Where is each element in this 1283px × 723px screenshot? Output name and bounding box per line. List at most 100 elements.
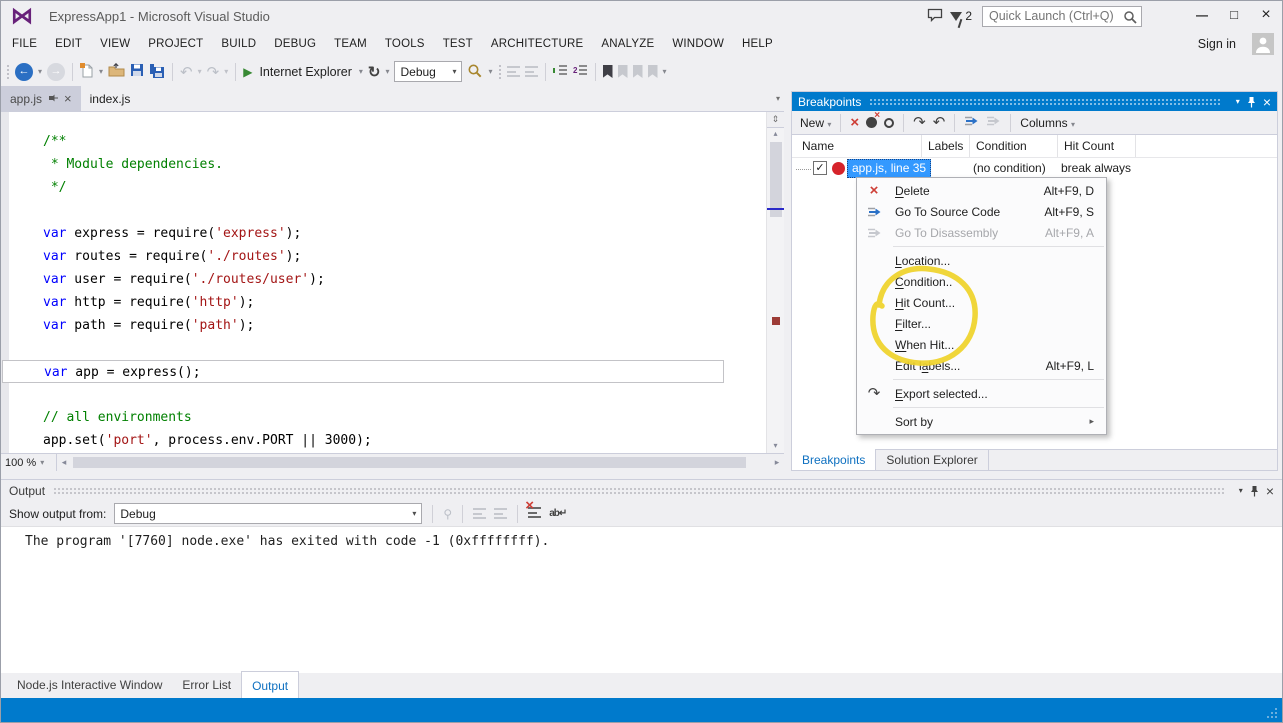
menu-build[interactable]: BUILD xyxy=(212,33,265,55)
panel-close-icon[interactable]: × xyxy=(1263,96,1271,108)
import-breakpoints-icon[interactable]: ↶ xyxy=(933,116,946,129)
menu-help[interactable]: HELP xyxy=(733,33,782,55)
bookmark-icon[interactable] xyxy=(603,65,613,78)
menu-item-sort-by[interactable]: Sort by▸ xyxy=(857,411,1106,432)
tab-overflow-caret[interactable]: ▾ xyxy=(776,94,780,103)
navigate-back-button[interactable]: ← xyxy=(15,63,33,81)
menu-debug[interactable]: DEBUG xyxy=(265,33,325,55)
panel-tab-breakpoints[interactable]: Breakpoints xyxy=(792,449,876,470)
zoom-select[interactable]: 100 % ▾ xyxy=(1,454,57,471)
quick-launch[interactable] xyxy=(982,6,1142,27)
menu-item-condition[interactable]: Condition.. xyxy=(857,271,1106,292)
menu-item-delete[interactable]: ×DeleteAlt+F9, D xyxy=(857,180,1106,201)
tab-app-js[interactable]: app.js× xyxy=(1,86,81,111)
window-position-caret[interactable]: ▾ xyxy=(1239,486,1243,496)
resize-grip[interactable] xyxy=(1263,707,1279,721)
output-title-bar[interactable]: Output ▾ × xyxy=(1,480,1282,501)
menu-item-hit-count[interactable]: Hit Count... xyxy=(857,292,1106,313)
quick-launch-input[interactable] xyxy=(982,6,1142,27)
notifications-flag[interactable]: 2 xyxy=(950,9,972,23)
menu-test[interactable]: TEST xyxy=(434,33,482,55)
word-wrap-icon[interactable]: ab↵ xyxy=(549,508,566,519)
menu-architecture[interactable]: ARCHITECTURE xyxy=(482,33,593,55)
pin-icon[interactable] xyxy=(1250,485,1259,497)
browser-dropdown-caret[interactable]: ▾ xyxy=(359,67,363,76)
toolbar-grip[interactable] xyxy=(6,64,10,80)
pin-icon[interactable] xyxy=(1247,96,1256,108)
splitter-handle[interactable]: ⇕ xyxy=(767,112,784,128)
menu-edit[interactable]: EDIT xyxy=(46,33,91,55)
minimize-button[interactable]: — xyxy=(1186,1,1218,31)
bottom-tab-node-js-interactive-window[interactable]: Node.js Interactive Window xyxy=(7,673,172,698)
menu-team[interactable]: TEAM xyxy=(325,33,376,55)
open-file-icon[interactable] xyxy=(108,63,125,80)
panel-close-icon[interactable]: × xyxy=(1266,485,1274,497)
breakpoint-checkbox[interactable]: ✓ xyxy=(813,161,827,175)
menu-item-export-selected[interactable]: ↷Export selected... xyxy=(857,383,1106,404)
bottom-tab-error-list[interactable]: Error List xyxy=(172,673,241,698)
menu-item-location[interactable]: Location... xyxy=(857,250,1106,271)
new-file-icon[interactable] xyxy=(80,63,94,81)
column-header-name[interactable]: Name xyxy=(792,135,922,157)
menu-item-filter[interactable]: Filter... xyxy=(857,313,1106,334)
scroll-down-arrow[interactable]: ▾ xyxy=(767,441,784,450)
code-editor[interactable]: /** * Module dependencies. */var express… xyxy=(1,111,784,453)
menu-analyze[interactable]: ANALYZE xyxy=(592,33,663,55)
save-all-icon[interactable] xyxy=(149,63,165,81)
find-icon[interactable] xyxy=(467,63,483,81)
avatar[interactable] xyxy=(1252,33,1274,55)
menu-window[interactable]: WINDOW xyxy=(663,33,733,55)
panel-tab-solution-explorer[interactable]: Solution Explorer xyxy=(876,450,988,470)
close-button[interactable]: × xyxy=(1250,1,1282,31)
save-icon[interactable] xyxy=(130,63,144,80)
menu-item-go-to-source-code[interactable]: Go To Source CodeAlt+F9, S xyxy=(857,201,1106,222)
column-header-condition[interactable]: Condition xyxy=(970,135,1058,157)
menu-file[interactable]: FILE xyxy=(3,33,46,55)
maximize-button[interactable]: □ xyxy=(1218,1,1250,31)
disable-all-breakpoints-icon[interactable] xyxy=(884,118,894,128)
new-breakpoint-button[interactable]: New ▾ xyxy=(800,116,831,130)
scroll-left-arrow[interactable]: ◂ xyxy=(57,457,71,468)
column-header-labels[interactable]: Labels xyxy=(922,135,970,157)
scroll-right-arrow[interactable]: ▸ xyxy=(770,457,784,468)
pin-icon[interactable] xyxy=(48,92,58,106)
output-text[interactable]: The program '[7760] node.exe' has exited… xyxy=(1,527,1282,673)
menu-project[interactable]: PROJECT xyxy=(139,33,212,55)
window-position-caret[interactable]: ▾ xyxy=(1236,97,1240,107)
menu-item-when-hit[interactable]: When Hit... xyxy=(857,334,1106,355)
delete-all-breakpoints-icon[interactable] xyxy=(866,117,877,128)
delete-breakpoint-icon[interactable]: × xyxy=(850,116,859,129)
clear-all-output-icon[interactable]: × xyxy=(528,507,541,521)
columns-button[interactable]: Columns ▾ xyxy=(1020,116,1075,130)
start-debugging-icon[interactable]: ▶ xyxy=(243,65,252,79)
increase-indent-icon[interactable]: 2 xyxy=(573,64,588,80)
menu-item-edit-labels[interactable]: Edit labels...Alt+F9, L xyxy=(857,355,1106,376)
tab-index-js[interactable]: index.js xyxy=(81,86,140,111)
column-header-hit-count[interactable]: Hit Count xyxy=(1058,135,1136,157)
scroll-up-arrow[interactable]: ▴ xyxy=(767,129,784,138)
feedback-icon[interactable] xyxy=(920,8,950,25)
decrease-indent-icon[interactable] xyxy=(553,64,568,80)
toolbar-overflow-caret[interactable]: ▾ xyxy=(663,67,667,76)
sign-in-link[interactable]: Sign in xyxy=(1198,37,1236,51)
close-icon[interactable]: × xyxy=(64,93,72,105)
menu-tools[interactable]: TOOLS xyxy=(376,33,434,55)
bottom-tab-output[interactable]: Output xyxy=(241,671,299,698)
breakpoint-name[interactable]: app.js, line 35 xyxy=(847,159,931,178)
vertical-scroll-thumb[interactable] xyxy=(770,142,782,217)
restart-dropdown-caret[interactable]: ▾ xyxy=(385,67,389,76)
output-source-select[interactable]: Debug ▾ xyxy=(114,503,422,524)
export-breakpoints-icon[interactable]: ↷ xyxy=(913,116,926,129)
horizontal-scroll-thumb[interactable] xyxy=(73,457,746,468)
find-dropdown-caret[interactable]: ▾ xyxy=(488,67,492,76)
back-dropdown-caret[interactable]: ▾ xyxy=(38,67,42,76)
horizontal-scrollbar[interactable] xyxy=(71,454,770,471)
browser-target-label[interactable]: Internet Explorer xyxy=(259,65,351,79)
new-file-dropdown-caret[interactable]: ▾ xyxy=(99,67,103,76)
solution-configuration-select[interactable]: Debug ▾ xyxy=(394,61,462,82)
toolbar-grip-2[interactable] xyxy=(498,64,502,80)
restart-icon[interactable]: ↻ xyxy=(368,63,381,81)
breakpoints-title-bar[interactable]: Breakpoints ▾ × xyxy=(792,92,1277,111)
menu-view[interactable]: VIEW xyxy=(91,33,139,55)
editor-vertical-scrollbar[interactable]: ⇕ ▴ ▾ xyxy=(766,112,784,453)
